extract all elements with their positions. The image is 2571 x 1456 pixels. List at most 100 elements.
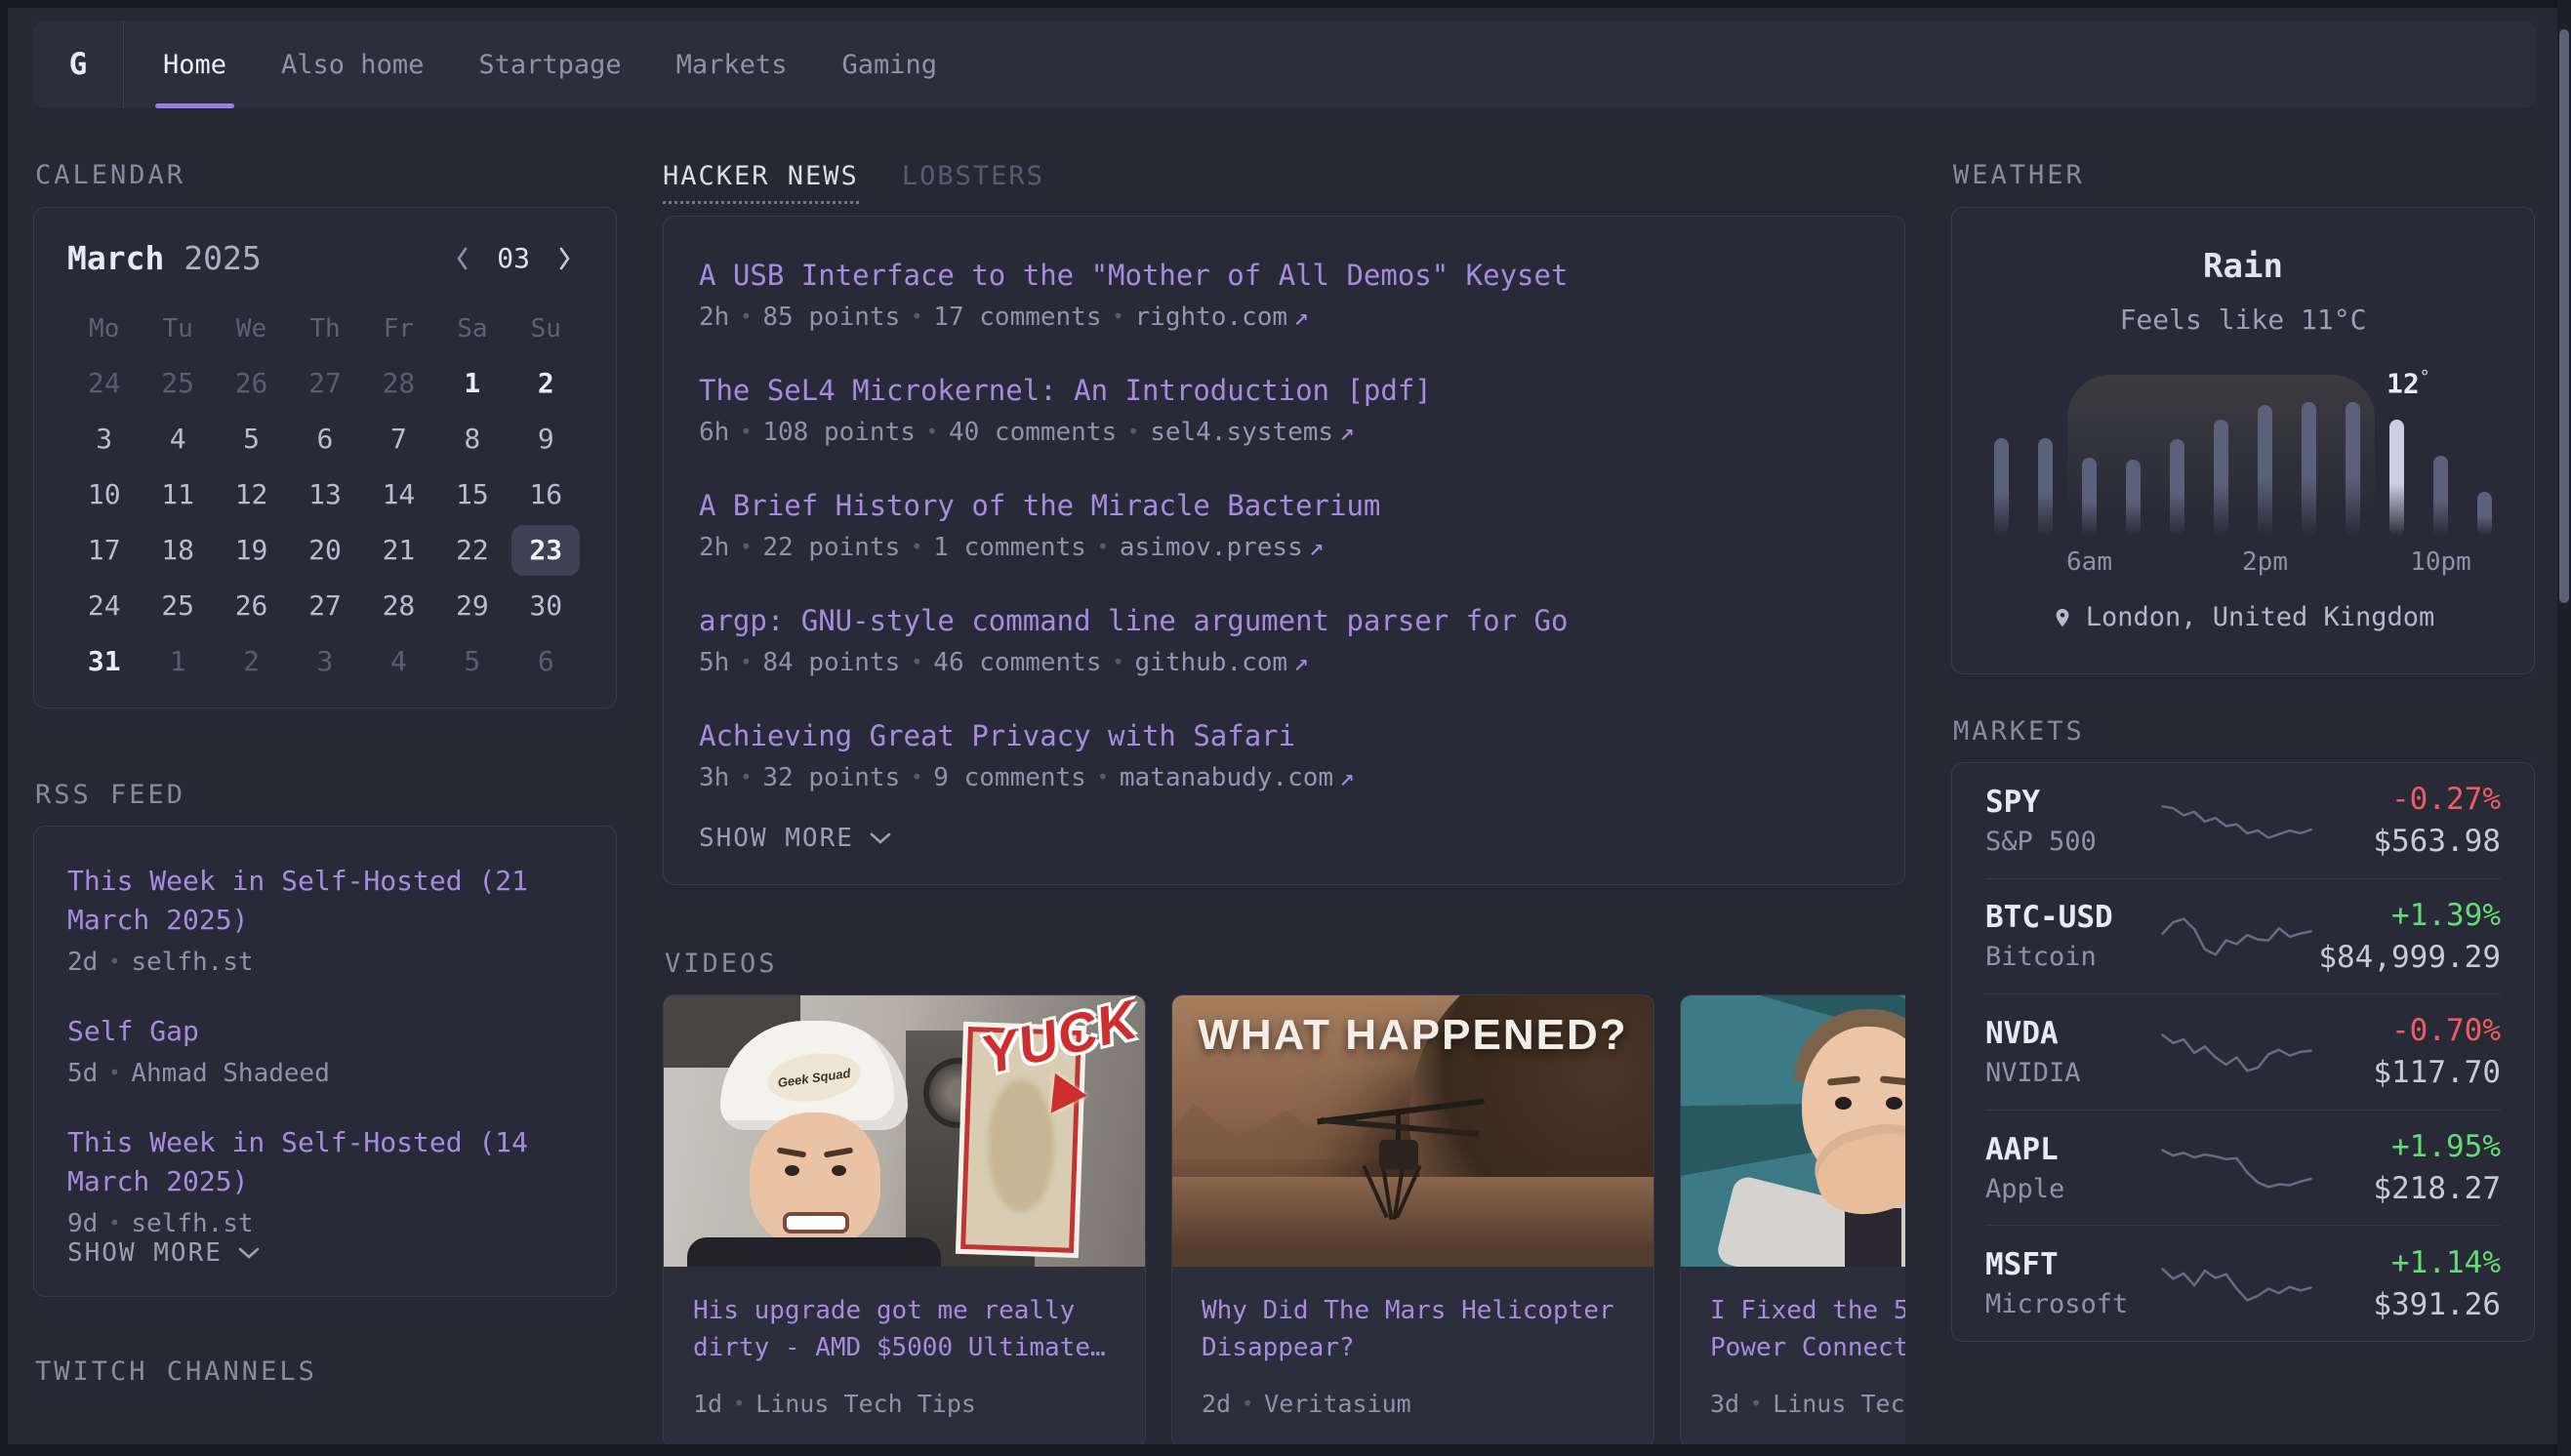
right-column: WEATHER Rain Feels like 11°C 12° 6am2pm1… — [1951, 161, 2535, 1444]
calendar-next-button[interactable] — [556, 245, 573, 272]
meta-separator-dot: • — [1097, 765, 1109, 789]
calendar-day-cell: 5 — [218, 414, 286, 465]
video-title[interactable]: Why Did The Mars Helicopter Disappear? — [1202, 1292, 1624, 1366]
video-thumbnail[interactable]: DO TH T — [1681, 995, 1905, 1267]
calendar-day-cell: 10 — [70, 469, 139, 520]
calendar-day-cell: 25 — [143, 358, 212, 409]
external-link-icon: ↗ — [1293, 303, 1309, 332]
chevron-left-icon — [454, 245, 470, 272]
market-row-aapl[interactable]: AAPLApple+1.95%$218.27 — [1985, 1110, 2501, 1226]
calendar-day-cell: 4 — [143, 414, 212, 465]
video-age: 1d — [693, 1390, 722, 1418]
rss-show-more-button[interactable]: SHOW MORE — [67, 1238, 583, 1268]
video-title[interactable]: His upgrade got me really dirty - AMD $5… — [693, 1292, 1116, 1366]
feed-item-title[interactable]: Achieving Great Privacy with Safari — [699, 716, 1869, 755]
weather-bar — [2038, 438, 2053, 536]
feed-item-source-link[interactable]: righto.com — [1135, 303, 1288, 332]
video-thumbnail[interactable]: WHAT HAPPENED? — [1172, 995, 1653, 1267]
feed-item-title[interactable]: The SeL4 Microkernel: An Introduction [p… — [699, 371, 1869, 410]
news-list-item: argp: GNU-style command line argument pa… — [699, 601, 1869, 677]
weekday-label: Sa — [435, 314, 509, 344]
news-list-item: A USB Interface to the "Mother of All De… — [699, 256, 1869, 332]
calendar-day-cell: 17 — [70, 525, 139, 576]
sparkline-chart — [2156, 1253, 2317, 1314]
feed-item-source-link[interactable]: matanabudy.com — [1120, 763, 1333, 792]
nav-tabs: Home Also home Startpage Markets Gaming — [124, 20, 937, 108]
feed-item-age: 9d — [67, 1209, 98, 1238]
video-card-veritasium[interactable]: WHAT HAPPENED? Why Did The Mars Helicopte… — [1171, 994, 1654, 1444]
feed-item-title[interactable]: A Brief History of the Miracle Bacterium — [699, 486, 1869, 525]
news-show-more-button[interactable]: SHOW MORE — [699, 824, 1869, 853]
feed-item-title[interactable]: This Week in Self-Hosted (21 March 2025) — [67, 862, 583, 940]
calendar-day-cell: 22 — [438, 525, 507, 576]
market-row-btc-usd[interactable]: BTC-USDBitcoin+1.39%$84,999.29 — [1985, 878, 2501, 994]
market-row-values: +1.14%$391.26 — [2317, 1245, 2501, 1322]
feed-item-title[interactable]: This Week in Self-Hosted (14 March 2025) — [67, 1123, 583, 1201]
calendar-prev-button[interactable] — [454, 245, 470, 272]
video-channel: Linus Tech Tips — [755, 1390, 976, 1418]
video-title[interactable]: I Fixed the 5 Power Connect — [1710, 1292, 1905, 1366]
weather-bar — [2214, 420, 2228, 536]
weekday-label: Fr — [362, 314, 435, 344]
feed-item-source: selfh.st — [131, 948, 253, 977]
weather-bar — [2170, 439, 2184, 536]
video-card-linus-tech-tips[interactable]: Geek SquadYUCK His upgrade got me really … — [663, 994, 1146, 1444]
nav-tab-markets[interactable]: Markets — [676, 20, 788, 108]
market-name: Bitcoin — [1985, 942, 2156, 972]
calendar-day-cell: 11 — [143, 469, 212, 520]
app-logo[interactable]: G — [33, 20, 123, 108]
market-row-labels: NVDANVIDIA — [1985, 1016, 2156, 1088]
meta-separator-dot: • — [740, 420, 752, 443]
news-tabs: HACKER NEWS LOBSTERS — [663, 161, 1905, 204]
scrollbar-thumb[interactable] — [2559, 29, 2569, 603]
calendar-day-cell: 13 — [291, 469, 359, 520]
market-name: Apple — [1985, 1174, 2156, 1204]
calendar-date-grid: 2425262728123456789101112131415161718192… — [67, 355, 583, 689]
calendar-today-cell: 23 — [511, 525, 580, 576]
current-temp-label: 12° — [2387, 367, 2430, 399]
calendar-day-cell: 1 — [438, 358, 507, 409]
news-items: A USB Interface to the "Mother of All De… — [699, 256, 1869, 792]
video-card-linus-tech-tips[interactable]: DO TH TI Fixed the 5 Power Connect3d•Lin… — [1680, 994, 1905, 1444]
market-name: Microsoft — [1985, 1289, 2156, 1319]
nav-tab-home[interactable]: Home — [163, 20, 226, 108]
weather-section-label: WEATHER — [1951, 161, 2535, 190]
calendar-weekday-row: MoTuWeThFrSaSu — [67, 314, 583, 344]
feed-item-title[interactable]: argp: GNU-style command line argument pa… — [699, 601, 1869, 640]
tab-hacker-news[interactable]: HACKER NEWS — [663, 161, 859, 204]
chevron-right-icon — [556, 245, 573, 272]
weather-location: London, United Kingdom — [1985, 602, 2501, 632]
market-row-spy[interactable]: SPYS&P 500-0.27%$563.98 — [1985, 763, 2501, 878]
rss-show-more-label: SHOW MORE — [67, 1238, 223, 1268]
market-row-nvda[interactable]: NVDANVIDIA -0.70%$117.70 — [1985, 993, 2501, 1110]
feed-item-source-link[interactable]: asimov.press — [1120, 533, 1303, 562]
market-row-values: -0.70%$117.70 — [2317, 1013, 2501, 1090]
weekday-label: Mo — [67, 314, 141, 344]
hour-axis-label: 6am — [2066, 547, 2112, 577]
market-row-labels: MSFTMicrosoft — [1985, 1247, 2156, 1319]
tab-lobsters[interactable]: LOBSTERS — [902, 161, 1044, 201]
feed-item-title[interactable]: A USB Interface to the "Mother of All De… — [699, 256, 1869, 295]
video-thumbnail[interactable]: Geek SquadYUCK — [664, 995, 1145, 1267]
meta-separator-dot: • — [1242, 1392, 1253, 1415]
calendar-day-cell: 21 — [364, 525, 432, 576]
feed-item-title[interactable]: Self Gap — [67, 1012, 583, 1051]
calendar-day-cell: 29 — [438, 581, 507, 631]
market-row-msft[interactable]: MSFTMicrosoft +1.14%$391.26 — [1985, 1225, 2501, 1341]
feed-item-source-link[interactable]: sel4.systems — [1150, 418, 1333, 447]
meta-separator-dot: • — [108, 950, 120, 973]
meta-separator-dot: • — [1097, 535, 1109, 558]
market-sparkline — [2156, 1138, 2317, 1198]
market-price: $117.70 — [2317, 1055, 2501, 1090]
rss-list-item: Self Gap5d•Ahmad Shadeed — [67, 1012, 583, 1088]
nav-tab-gaming[interactable]: Gaming — [841, 20, 937, 108]
nav-tab-startpage[interactable]: Startpage — [478, 20, 621, 108]
meta-separator-dot: • — [911, 765, 922, 789]
weather-hourly-chart: 12° — [1994, 365, 2492, 536]
nav-tab-also-home[interactable]: Also home — [281, 20, 424, 108]
calendar-day-cell: 15 — [438, 469, 507, 520]
external-link-icon: ↗ — [1293, 648, 1309, 677]
calendar-controls: 03 — [454, 242, 583, 274]
feed-item-source-link[interactable]: github.com — [1135, 648, 1288, 677]
market-ticker: NVDA — [1985, 1016, 2156, 1051]
